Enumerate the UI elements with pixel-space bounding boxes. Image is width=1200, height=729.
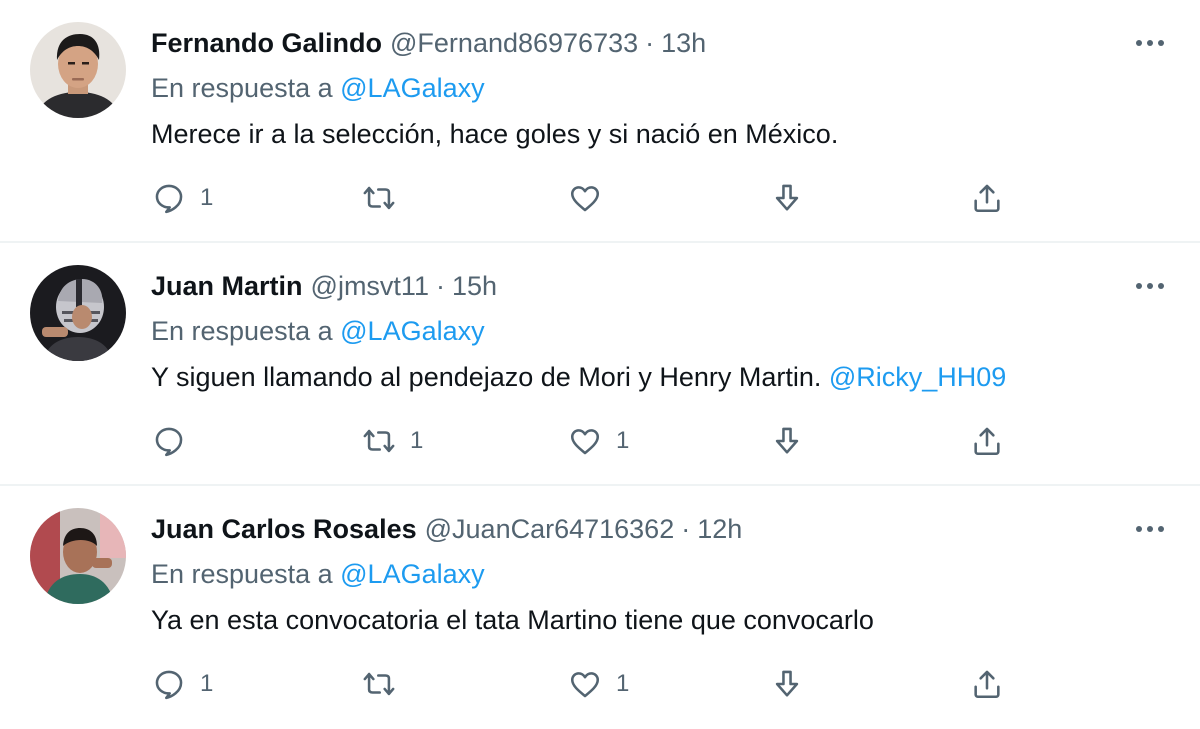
reply-count: 1 <box>200 184 214 211</box>
avatar[interactable] <box>30 508 126 604</box>
tweet[interactable]: Juan Carlos Rosales @JuanCar64716362 · 1… <box>0 486 1200 729</box>
more-horizontal-icon <box>1136 40 1164 46</box>
inline-mention-link[interactable]: @Ricky_HH09 <box>829 362 1006 392</box>
reply-count: 1 <box>200 670 214 697</box>
separator: · <box>435 270 445 301</box>
author-name[interactable]: Fernando Galindo <box>151 28 382 59</box>
tweet-text-content: Ya en esta convocatoria el tata Martino … <box>151 605 874 635</box>
tweet[interactable]: Juan Martin @jmsvt11 · 15h En respuesta … <box>0 243 1200 486</box>
heart-icon <box>570 672 600 698</box>
download-arrow-icon <box>775 670 799 697</box>
speech-bubble-icon <box>155 670 183 700</box>
more-options-button[interactable] <box>1128 28 1172 58</box>
retweet-button[interactable] <box>362 662 410 706</box>
retweet-arrows-icon <box>363 429 395 453</box>
like-count: 1 <box>616 670 630 697</box>
author-handle[interactable]: @JuanCar64716362 <box>425 514 675 545</box>
retweet-arrows-icon <box>363 672 395 696</box>
retweet-arrows-icon <box>363 186 395 210</box>
share-button[interactable] <box>970 176 1004 220</box>
more-options-button[interactable] <box>1128 271 1172 301</box>
heart-icon <box>570 186 600 212</box>
reply-mention-link[interactable]: @LAGalaxy <box>340 559 484 589</box>
reply-prefix: En respuesta a <box>151 73 333 103</box>
share-button[interactable] <box>970 419 1004 463</box>
timestamp[interactable]: 13h <box>661 28 706 59</box>
tweet[interactable]: Fernando Galindo @Fernand86976733 · 13h … <box>0 0 1200 243</box>
like-count: 1 <box>616 427 630 454</box>
download-button[interactable] <box>770 662 804 706</box>
reply-context: En respuesta a @LAGalaxy <box>151 311 485 351</box>
timestamp[interactable]: 12h <box>697 514 742 545</box>
reply-button[interactable] <box>152 419 200 463</box>
like-button[interactable] <box>568 176 616 220</box>
reply-prefix: En respuesta a <box>151 316 333 346</box>
separator: · <box>645 27 655 58</box>
share-button[interactable] <box>970 662 1004 706</box>
tweet-header: Fernando Galindo @Fernand86976733 · 13h <box>151 23 706 63</box>
like-button[interactable]: 1 <box>568 419 629 463</box>
download-button[interactable] <box>770 176 804 220</box>
tweet-header: Juan Martin @jmsvt11 · 15h <box>151 266 497 306</box>
speech-bubble-icon <box>155 184 183 214</box>
download-button[interactable] <box>770 419 804 463</box>
avatar[interactable] <box>30 22 126 118</box>
timestamp[interactable]: 15h <box>452 271 497 302</box>
retweet-button[interactable] <box>362 176 410 220</box>
retweet-count: 1 <box>410 427 424 454</box>
share-upload-icon <box>974 184 1000 213</box>
reply-mention-link[interactable]: @LAGalaxy <box>340 316 484 346</box>
download-arrow-icon <box>775 184 799 211</box>
reply-prefix: En respuesta a <box>151 559 333 589</box>
tweet-actions: 1 1 <box>0 419 1200 463</box>
speech-bubble-icon <box>155 427 183 457</box>
reply-button[interactable]: 1 <box>152 662 213 706</box>
author-name[interactable]: Juan Martin <box>151 271 303 302</box>
share-upload-icon <box>974 427 1000 456</box>
more-horizontal-icon <box>1136 526 1164 532</box>
share-upload-icon <box>974 670 1000 699</box>
retweet-button[interactable]: 1 <box>362 419 423 463</box>
tweet-text-content: Y siguen llamando al pendejazo de Mori y… <box>151 362 829 392</box>
reply-button[interactable]: 1 <box>152 176 213 220</box>
like-button[interactable]: 1 <box>568 662 629 706</box>
reply-mention-link[interactable]: @LAGalaxy <box>340 73 484 103</box>
reply-context: En respuesta a @LAGalaxy <box>151 68 485 108</box>
tweet-text: Ya en esta convocatoria el tata Martino … <box>151 599 874 641</box>
heart-icon <box>570 429 600 455</box>
author-name[interactable]: Juan Carlos Rosales <box>151 514 417 545</box>
tweet-actions: 1 1 <box>0 662 1200 706</box>
tweet-text: Merece ir a la selección, hace goles y s… <box>151 113 838 155</box>
more-options-button[interactable] <box>1128 514 1172 544</box>
author-handle[interactable]: @jmsvt11 <box>311 271 429 302</box>
tweet-text: Y siguen llamando al pendejazo de Mori y… <box>151 356 1006 398</box>
download-arrow-icon <box>775 427 799 454</box>
reply-context: En respuesta a @LAGalaxy <box>151 554 485 594</box>
avatar[interactable] <box>30 265 126 361</box>
author-handle[interactable]: @Fernand86976733 <box>390 28 638 59</box>
tweet-header: Juan Carlos Rosales @JuanCar64716362 · 1… <box>151 509 742 549</box>
tweet-actions: 1 <box>0 176 1200 220</box>
separator: · <box>681 513 691 544</box>
tweet-text-content: Merece ir a la selección, hace goles y s… <box>151 119 839 149</box>
more-horizontal-icon <box>1136 283 1164 289</box>
